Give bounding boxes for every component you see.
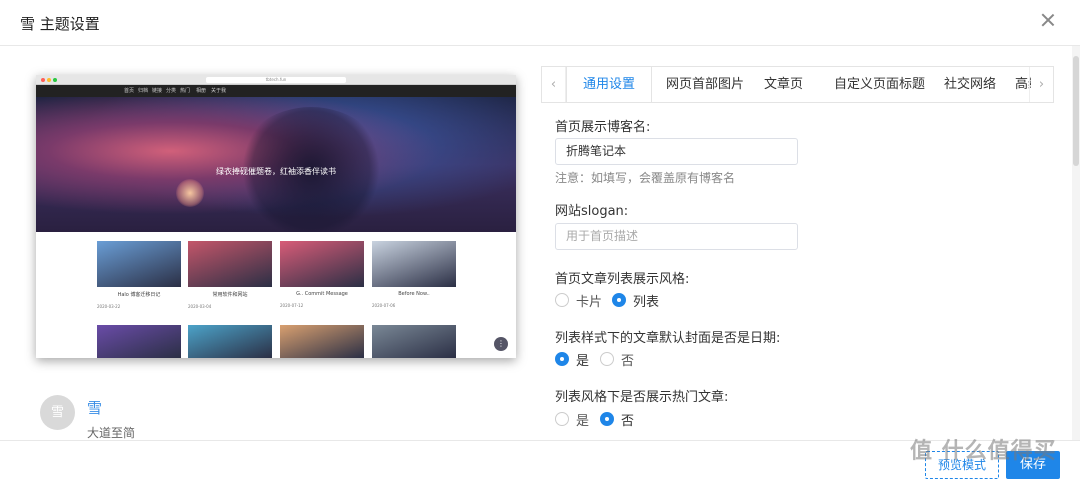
close-icon[interactable]	[1040, 12, 1056, 28]
blog-name-label: 首页展示博客名:	[555, 120, 651, 135]
tab-general[interactable]: 通用设置	[566, 67, 653, 102]
radio-label: 列表	[633, 295, 660, 310]
preview-browser-bar: tbtech.fun	[36, 75, 516, 85]
post-cover-image	[188, 325, 272, 358]
preview-nav-item: 相册	[196, 88, 207, 94]
preview-post-card: 常用软件和网站 2020-03-04	[188, 241, 272, 309]
list-style-label: 首页文章列表展示风格:	[555, 272, 690, 287]
tabs-scroll-left-icon[interactable]: ‹	[542, 67, 566, 102]
preview-slogan: 绿衣捧砚催题卷，红袖添香伴读书	[216, 167, 336, 176]
post-title: G.. Commit Message	[296, 291, 348, 297]
radio-checked-icon	[555, 352, 569, 366]
tab-post-page[interactable]: 文章页	[748, 67, 819, 102]
settings-tabs: ‹ 通用设置 网页首部图片 文章页 自定义页面标题 社交网络 高级 ›	[541, 66, 1054, 103]
preview-nav-item: 分类	[166, 88, 177, 94]
radio-icon	[555, 412, 569, 426]
slogan-input[interactable]: 用于首页描述	[555, 223, 798, 250]
post-meta: 2020-07-06	[372, 303, 456, 308]
post-date: 2020-03-04	[188, 304, 212, 309]
blog-name-input[interactable]: 折腾笔记本	[555, 138, 798, 165]
post-meta: 2020-03-04	[188, 304, 272, 309]
radio-label: 是	[576, 354, 590, 369]
cover-date-label: 列表样式下的文章默认封面是否是日期:	[555, 331, 781, 346]
maximize-dot-icon	[53, 78, 57, 82]
tabs-track: 通用设置 网页首部图片 文章页 自定义页面标题 社交网络 高级	[566, 67, 1031, 102]
tabs-scroll-right-icon[interactable]: ›	[1029, 67, 1053, 102]
dialog-title: 雪 主题设置	[20, 15, 100, 33]
radio-icon	[600, 352, 614, 366]
tab-advanced[interactable]: 高级	[999, 67, 1031, 102]
post-cover-image	[97, 325, 181, 358]
preview-menu-icon: ⋮	[494, 337, 508, 351]
preview-nav-item: 链接	[152, 88, 163, 94]
preview-post-card: G.. Commit Message 2020-07-12	[280, 241, 364, 308]
scrollbar-thumb[interactable]	[1073, 56, 1079, 166]
radio-checked-icon	[600, 412, 614, 426]
preview-hero-image: 绿衣捧砚催题卷，红袖添香伴读书	[36, 97, 516, 232]
preview-nav-item: 归档	[138, 88, 149, 94]
radio-icon	[555, 293, 569, 307]
radio-label: 是	[576, 414, 590, 429]
close-dot-icon	[41, 78, 45, 82]
preview-nav-item: 关于我	[211, 88, 227, 94]
post-meta: 2020-07-12	[280, 303, 364, 308]
avatar: 雪	[40, 395, 75, 430]
post-meta: 2020-03-22	[97, 304, 181, 309]
hot-posts-label: 列表风格下是否展示热门文章:	[555, 390, 729, 405]
post-title: Before Now..	[398, 291, 430, 297]
preview-nav-item: 首页	[124, 88, 135, 94]
preview-nav-item: 热门	[180, 88, 191, 94]
post-cover-image	[372, 241, 456, 287]
tab-header-image[interactable]: 网页首部图片	[650, 67, 760, 102]
post-title: Halo 博客迁移日记	[117, 292, 161, 298]
hero-moon-graphic	[176, 179, 204, 207]
theme-preview: tbtech.fun 首页 归档 链接 分类 热门 相册 关于我 绿衣捧砚催题卷…	[36, 75, 516, 358]
post-cover-image	[280, 241, 364, 287]
radio-label: 否	[621, 414, 635, 429]
post-title: 常用软件和网站	[212, 292, 248, 298]
post-date: 2020-07-06	[372, 303, 396, 308]
scrollbar[interactable]	[1072, 46, 1080, 440]
theme-settings-dialog: 雪 主题设置 tbtech.fun 首页 归档 链接 分类 热门 相册 关于我 …	[0, 0, 1080, 480]
post-cover-image	[372, 325, 456, 358]
watermark: 值 什么值得买	[910, 439, 1057, 464]
slogan-label: 网站slogan:	[555, 204, 629, 219]
minimize-dot-icon	[47, 78, 51, 82]
preview-post-grid: Halo 博客迁移日记 2020-03-22 常用软件和网站 2020-03-0…	[36, 232, 516, 358]
post-date: 2020-03-22	[97, 304, 121, 309]
preview-nav: 首页 归档 链接 分类 热门 相册 关于我	[36, 85, 516, 97]
preview-post-card: Halo 博客迁移日记 2020-03-22	[97, 241, 181, 309]
blog-name-hint: 注意：如填写，会覆盖原有博客名	[555, 171, 736, 185]
author-name[interactable]: 雪	[87, 397, 102, 418]
post-date: 2020-07-12	[280, 303, 304, 308]
radio-checked-icon	[612, 293, 626, 307]
radio-label: 否	[621, 354, 635, 369]
author-bio: 大道至简	[87, 426, 136, 440]
preview-post-card: Before Now.. 2020-07-06	[372, 241, 456, 308]
preview-url: tbtech.fun	[206, 77, 346, 83]
dialog-header: 雪 主题设置	[0, 0, 1080, 46]
post-cover-image	[280, 325, 364, 358]
post-cover-image	[188, 241, 272, 287]
tab-custom-page-title[interactable]: 自定义页面标题	[818, 67, 941, 102]
radio-label: 卡片	[576, 295, 603, 310]
post-cover-image	[97, 241, 181, 287]
